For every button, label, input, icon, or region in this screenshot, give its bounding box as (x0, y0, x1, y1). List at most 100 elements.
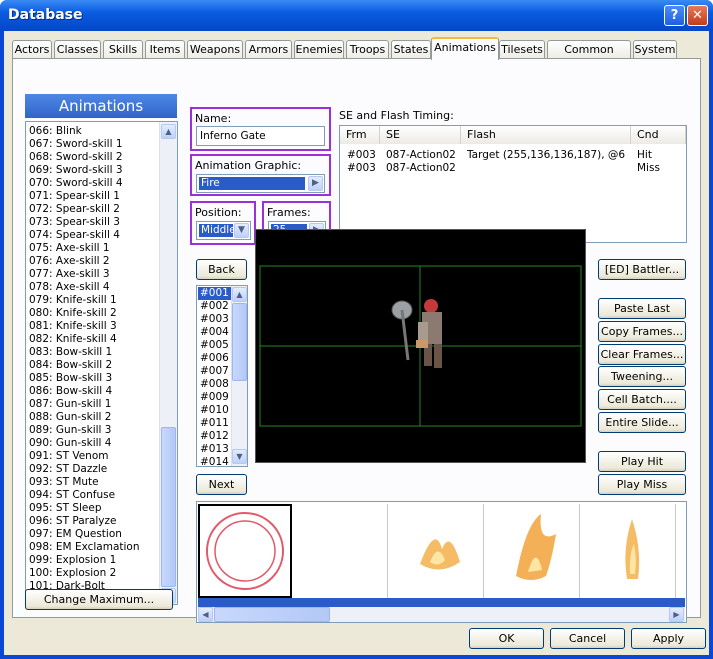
col-cnd[interactable]: Cnd (631, 126, 686, 144)
frame-list-item[interactable]: #007 (198, 365, 232, 378)
animation-list-item[interactable]: 084: Bow-skill 2 (27, 359, 160, 372)
animation-list-item[interactable]: 090: Gun-skill 4 (27, 437, 160, 450)
animation-list-item[interactable]: 089: Gun-skill 3 (27, 424, 160, 437)
animation-list-item[interactable]: 072: Spear-skill 2 (27, 203, 160, 216)
chevron-down-icon[interactable]: ▼ (234, 223, 249, 238)
cancel-button[interactable]: Cancel (550, 628, 625, 649)
tab-classes[interactable]: Classes (54, 40, 101, 59)
animation-list-item[interactable]: 085: Bow-skill 3 (27, 372, 160, 385)
pattern-cell-5[interactable] (582, 504, 676, 598)
clear-frames-button[interactable]: Clear Frames... (598, 344, 686, 365)
animation-list-item[interactable]: 091: ST Venom (27, 450, 160, 463)
scroll-thumb[interactable] (161, 427, 176, 587)
tab-system[interactable]: System (633, 40, 677, 59)
tab-animations[interactable]: Animations (431, 37, 499, 60)
tab-skills[interactable]: Skills (103, 40, 143, 59)
close-button[interactable]: ✕ (687, 5, 708, 26)
scroll-right-icon[interactable]: ▶ (669, 607, 684, 622)
animation-list-item[interactable]: 088: Gun-skill 2 (27, 411, 160, 424)
frame-list-item[interactable]: #008 (198, 378, 232, 391)
graphic-select[interactable]: Fire ▶ (196, 174, 325, 193)
title-bar[interactable]: Database ? ✕ (0, 0, 713, 31)
frame-list-item[interactable]: #002 (198, 300, 232, 313)
frame-list-item[interactable]: #001 (198, 287, 232, 300)
animation-list-scrollbar[interactable]: ▲ ▼ (159, 122, 177, 604)
animation-list-item[interactable]: 077: Axe-skill 3 (27, 268, 160, 281)
cell-batch-button[interactable]: Cell Batch.... (598, 389, 686, 410)
scroll-thumb[interactable] (232, 303, 247, 381)
battler-sprite[interactable] (391, 299, 442, 368)
animation-list-item[interactable]: 099: Explosion 1 (27, 554, 160, 567)
pattern-scrollbar[interactable]: ◀ ▶ (198, 607, 685, 622)
scroll-up-icon[interactable]: ▲ (161, 124, 176, 139)
col-flash[interactable]: Flash (461, 126, 631, 144)
chevron-right-icon[interactable]: ▶ (308, 176, 323, 191)
pattern-cell-2[interactable] (294, 504, 388, 598)
col-se[interactable]: SE (380, 126, 461, 144)
copy-frames-button[interactable]: Copy Frames... (598, 321, 686, 342)
animation-canvas[interactable] (255, 229, 586, 463)
frame-list-item[interactable]: #005 (198, 339, 232, 352)
animation-list-item[interactable]: 074: Spear-skill 4 (27, 229, 160, 242)
animation-list-item[interactable]: 071: Spear-skill 1 (27, 190, 160, 203)
animation-list-item[interactable]: 092: ST Dazzle (27, 463, 160, 476)
change-maximum-button[interactable]: Change Maximum... (25, 589, 173, 610)
play-miss-button[interactable]: Play Miss (598, 474, 686, 495)
animation-list-item[interactable]: 073: Spear-skill 3 (27, 216, 160, 229)
name-field[interactable]: Inferno Gate (196, 126, 325, 146)
scroll-down-icon[interactable]: ▼ (232, 449, 247, 464)
animation-list-item[interactable]: 066: Blink (27, 125, 160, 138)
animation-list-item[interactable]: 081: Knife-skill 3 (27, 320, 160, 333)
apply-button[interactable]: Apply (631, 628, 706, 649)
frame-list-item[interactable]: #004 (198, 326, 232, 339)
animation-list-item[interactable]: 096: ST Paralyze (27, 515, 160, 528)
col-frm[interactable]: Frm (340, 126, 380, 144)
ok-button[interactable]: OK (469, 628, 544, 649)
animation-list-item[interactable]: 075: Axe-skill 1 (27, 242, 160, 255)
animation-list-item[interactable]: 067: Sword-skill 1 (27, 138, 160, 151)
animation-list-item[interactable]: 098: EM Exclamation (27, 541, 160, 554)
animation-list-item[interactable]: 087: Gun-skill 1 (27, 398, 160, 411)
animation-list-item[interactable]: 086: Bow-skill 4 (27, 385, 160, 398)
tab-states[interactable]: States (391, 40, 431, 59)
frame-list-item[interactable]: #012 (198, 430, 232, 443)
scroll-up-icon[interactable]: ▲ (232, 287, 247, 302)
animation-list-item[interactable]: 080: Knife-skill 2 (27, 307, 160, 320)
play-hit-button[interactable]: Play Hit (598, 451, 686, 472)
frame-list-item[interactable]: #013 (198, 443, 232, 456)
tab-armors[interactable]: Armors (245, 40, 292, 59)
tab-common-events[interactable]: Common Events (547, 40, 631, 73)
tweening-button[interactable]: Tweening... (598, 366, 686, 387)
next-button[interactable]: Next (196, 474, 247, 495)
paste-last-button[interactable]: Paste Last (598, 298, 686, 319)
animation-list-item[interactable]: 082: Knife-skill 4 (27, 333, 160, 346)
animation-list-item[interactable]: 097: EM Question (27, 528, 160, 541)
animation-list-item[interactable]: 069: Sword-skill 3 (27, 164, 160, 177)
pattern-cell-1[interactable] (198, 504, 292, 598)
scroll-left-icon[interactable]: ◀ (198, 607, 213, 622)
entire-slide-button[interactable]: Entire Slide... (598, 412, 686, 433)
animation-list-item[interactable]: 070: Sword-skill 4 (27, 177, 160, 190)
pattern-cell-3[interactable] (390, 504, 484, 598)
tab-enemies[interactable]: Enemies (294, 40, 344, 59)
frame-list-scrollbar[interactable]: ▲ ▼ (231, 286, 247, 466)
cell-pattern-strip[interactable]: ◀ ▶ (196, 501, 687, 623)
pattern-cell-4[interactable] (486, 504, 580, 598)
scroll-thumb[interactable] (214, 607, 330, 622)
animation-list-item[interactable]: 078: Axe-skill 4 (27, 281, 160, 294)
battler-button[interactable]: [ED] Battler... (598, 259, 686, 280)
frame-list-item[interactable]: #009 (198, 391, 232, 404)
animation-list-item[interactable]: 095: ST Sleep (27, 502, 160, 515)
tab-tilesets[interactable]: Tilesets (499, 40, 545, 59)
animation-list-item[interactable]: 079: Knife-skill 1 (27, 294, 160, 307)
animation-list-item[interactable]: 076: Axe-skill 2 (27, 255, 160, 268)
tab-weapons[interactable]: Weapons (187, 40, 243, 59)
animation-list-item[interactable]: 100: Explosion 2 (27, 567, 160, 580)
frame-list-item[interactable]: #010 (198, 404, 232, 417)
se-flash-table[interactable]: Frm SE Flash Cnd #003 087-Action02 Targe… (339, 125, 687, 243)
animation-list-item[interactable]: 094: ST Confuse (27, 489, 160, 502)
tab-items[interactable]: Items (145, 40, 185, 59)
back-button[interactable]: Back (196, 259, 247, 280)
animation-list-item[interactable]: 083: Bow-skill 1 (27, 346, 160, 359)
animation-list-item[interactable]: 093: ST Mute (27, 476, 160, 489)
